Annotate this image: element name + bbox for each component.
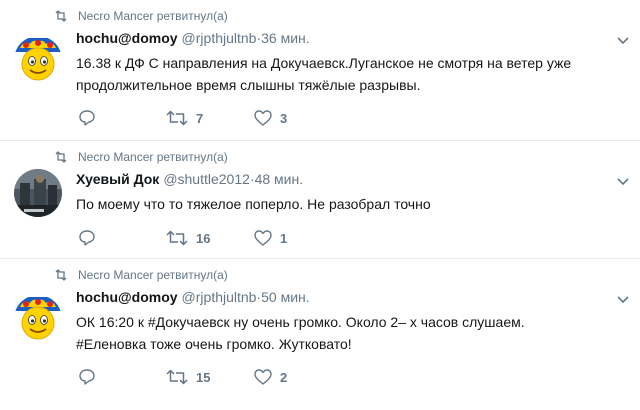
retweet-icon (166, 110, 188, 126)
heart-icon (254, 230, 272, 246)
reply-button[interactable] (78, 368, 166, 386)
chevron-down-icon[interactable] (616, 177, 630, 187)
tweet-text-line: #Еленовка тоже очень громко. Жутковато! (76, 336, 352, 352)
tweet-header: hochu@domoy @rjpthjultnb ·36 мин. (76, 30, 310, 46)
username[interactable]: @shuttle2012 (163, 171, 250, 187)
username[interactable]: @rjpthjultnb (182, 30, 257, 46)
timeline: Necro Mancer ретвитнул(а) hochu@domoy @r… (0, 0, 640, 410)
tweet[interactable]: Necro Mancer ретвитнул(а) Хуевый Док @sh… (0, 141, 640, 259)
retweet-icon (166, 369, 188, 385)
retweet-button[interactable]: 15 (166, 369, 254, 385)
like-button[interactable]: 1 (254, 230, 342, 246)
avatar[interactable] (14, 295, 62, 343)
retweet-icon (55, 151, 67, 163)
retweet-context-text: Necro Mancer ретвитнул(а) (78, 268, 228, 282)
like-count: 1 (280, 230, 288, 246)
retweet-context: Necro Mancer ретвитнул(а) (54, 268, 228, 282)
tweet-text-line: 16.38 к ДФ С направления на Докучаевск.Л… (76, 55, 572, 71)
smiley-avatar-icon (14, 36, 62, 84)
like-count: 2 (280, 369, 288, 385)
reply-icon (79, 110, 95, 126)
display-name[interactable]: hochu@domoy (76, 30, 178, 46)
tweet-text-line: продолжительное время слышны тяжёлые раз… (76, 77, 421, 93)
retweet-button[interactable]: 16 (166, 230, 254, 246)
tweet-text-line: ОК 16:20 к #Докучаевск ну очень громко. … (76, 314, 525, 330)
tweet-text: ОК 16:20 к #Докучаевск ну очень громко. … (76, 311, 631, 355)
reply-icon (79, 230, 95, 246)
reply-button[interactable] (78, 109, 166, 127)
retweet-icon (55, 10, 67, 22)
tweet-header: hochu@domoy @rjpthjultnb ·50 мин. (76, 289, 310, 305)
retweet-count: 15 (196, 369, 211, 385)
timestamp[interactable]: ·48 мин. (250, 171, 303, 187)
like-count: 3 (280, 110, 288, 126)
retweet-icon (55, 269, 67, 281)
retweet-icon (166, 230, 188, 246)
retweet-button[interactable]: 7 (166, 110, 254, 126)
reply-icon (79, 369, 95, 385)
timestamp[interactable]: ·36 мин. (256, 30, 309, 46)
like-button[interactable]: 3 (254, 110, 342, 126)
retweet-count: 7 (196, 110, 204, 126)
display-name[interactable]: hochu@domoy (76, 289, 178, 305)
retweet-context-text: Necro Mancer ретвитнул(а) (78, 150, 228, 164)
tweet-actions: 7 3 (78, 109, 342, 127)
tweet-actions: 16 1 (78, 229, 342, 247)
retweet-context: Necro Mancer ретвитнул(а) (54, 150, 228, 164)
display-name[interactable]: Хуевый Док (76, 171, 159, 187)
tweet-text: 16.38 к ДФ С направления на Докучаевск.Л… (76, 52, 631, 96)
heart-icon (254, 369, 272, 385)
chevron-down-icon[interactable] (616, 36, 630, 46)
chevron-down-icon[interactable] (616, 295, 630, 305)
smiley-avatar-icon (14, 295, 62, 343)
photo-avatar-icon (14, 169, 62, 217)
retweet-count: 16 (196, 230, 211, 246)
username[interactable]: @rjpthjultnb (182, 289, 257, 305)
retweet-context: Necro Mancer ретвитнул(а) (54, 9, 228, 23)
reply-button[interactable] (78, 229, 166, 247)
tweet-text-line: По моему что то тяжелое поперло. Не разо… (76, 196, 431, 212)
like-button[interactable]: 2 (254, 369, 342, 385)
timestamp[interactable]: ·50 мин. (256, 289, 309, 305)
tweet[interactable]: Necro Mancer ретвитнул(а) hochu@domoy @r… (0, 0, 640, 141)
tweet-text: По моему что то тяжелое поперло. Не разо… (76, 193, 631, 215)
avatar[interactable] (14, 169, 62, 217)
tweet[interactable]: Necro Mancer ретвитнул(а) hochu@domoy @r… (0, 259, 640, 410)
avatar[interactable] (14, 36, 62, 84)
tweet-actions: 15 2 (78, 368, 342, 386)
tweet-header: Хуевый Док @shuttle2012 ·48 мин. (76, 171, 303, 187)
retweet-context-text: Necro Mancer ретвитнул(а) (78, 9, 228, 23)
heart-icon (254, 110, 272, 126)
